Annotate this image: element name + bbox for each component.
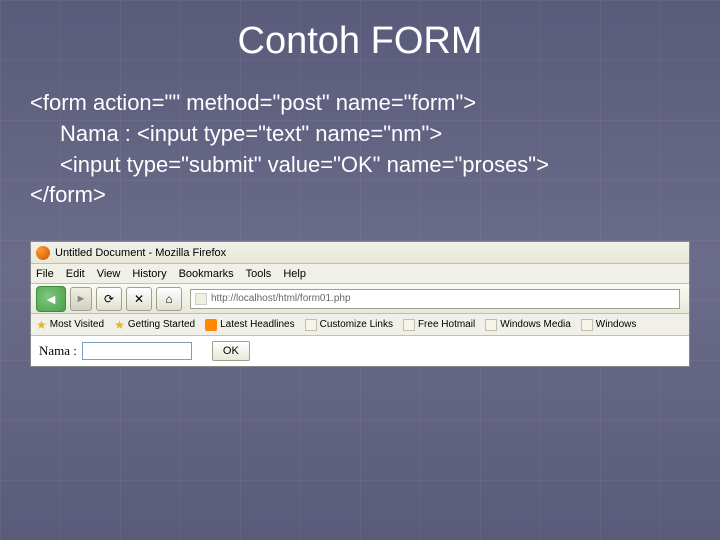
bookmarks-toolbar: ★Most Visited ★Getting Started Latest He… [31, 314, 689, 336]
browser-menubar: File Edit View History Bookmarks Tools H… [31, 264, 689, 284]
bookmark-getting-started[interactable]: ★Getting Started [114, 318, 195, 332]
bookmark-free-hotmail[interactable]: Free Hotmail [403, 319, 475, 331]
menu-tools[interactable]: Tools [246, 268, 272, 280]
forward-button[interactable]: ► [70, 287, 92, 311]
rss-icon [205, 319, 217, 331]
firefox-icon [36, 246, 50, 260]
code-example: <form action="" method="post" name="form… [30, 88, 690, 211]
browser-titlebar: Untitled Document - Mozilla Firefox [31, 242, 689, 264]
menu-bookmarks[interactable]: Bookmarks [179, 268, 234, 280]
code-line-3: <input type="submit" value="OK" name="pr… [30, 150, 690, 181]
bookmark-latest-headlines[interactable]: Latest Headlines [205, 319, 295, 331]
menu-file[interactable]: File [36, 268, 54, 280]
nama-input[interactable] [82, 342, 192, 360]
window-title: Untitled Document - Mozilla Firefox [55, 247, 226, 259]
menu-history[interactable]: History [132, 268, 166, 280]
stop-button[interactable]: ✕ [126, 287, 152, 311]
bookmark-windows[interactable]: Windows [581, 319, 637, 331]
bookmark-windows-media[interactable]: Windows Media [485, 319, 571, 331]
code-line-1: <form action="" method="post" name="form… [30, 88, 690, 119]
address-bar[interactable]: http://localhost/html/form01.php [190, 289, 680, 309]
browser-content: Nama : OK [31, 336, 689, 366]
menu-view[interactable]: View [97, 268, 121, 280]
bookmark-most-visited[interactable]: ★Most Visited [36, 318, 104, 332]
page-icon [403, 319, 415, 331]
browser-window: Untitled Document - Mozilla Firefox File… [30, 241, 690, 367]
back-button[interactable]: ◄ [36, 286, 66, 312]
page-icon [581, 319, 593, 331]
code-line-2: Nama : <input type="text" name="nm"> [30, 119, 690, 150]
url-text: http://localhost/html/form01.php [211, 293, 351, 304]
reload-button[interactable]: ⟳ [96, 287, 122, 311]
form-label-nama: Nama : [39, 343, 77, 359]
page-icon [305, 319, 317, 331]
menu-edit[interactable]: Edit [66, 268, 85, 280]
favicon-icon [195, 293, 207, 305]
slide-title: Contoh FORM [30, 20, 690, 63]
ok-button[interactable]: OK [212, 341, 250, 361]
bookmark-customize-links[interactable]: Customize Links [305, 319, 393, 331]
browser-navbar: ◄ ► ⟳ ✕ ⌂ http://localhost/html/form01.p… [31, 284, 689, 314]
code-line-4: </form> [30, 180, 690, 211]
star-icon: ★ [114, 318, 125, 332]
menu-help[interactable]: Help [283, 268, 306, 280]
star-icon: ★ [36, 318, 47, 332]
page-icon [485, 319, 497, 331]
home-button[interactable]: ⌂ [156, 287, 182, 311]
